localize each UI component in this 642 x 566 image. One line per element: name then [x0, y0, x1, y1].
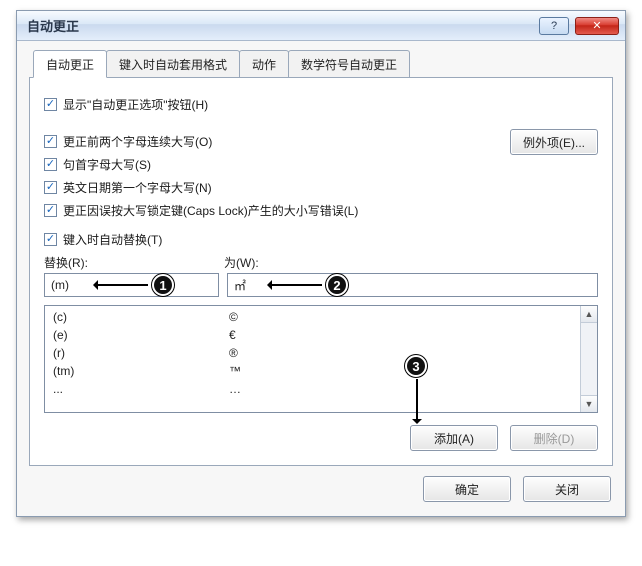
scroll-up-icon[interactable]: ▲: [581, 306, 597, 323]
client-area: 自动更正 键入时自动套用格式 动作 数学符号自动更正 显示"自动更正选项"按钮(…: [17, 41, 625, 516]
option-label: 键入时自动替换(T): [63, 231, 162, 248]
callout-2: 2: [326, 274, 348, 296]
tab-strip: 自动更正 键入时自动套用格式 动作 数学符号自动更正: [29, 51, 613, 78]
option-cap-sentence[interactable]: 句首字母大写(S): [44, 156, 510, 173]
callout-1: 1: [152, 274, 174, 296]
dialog-footer: 确定 关闭: [29, 466, 613, 502]
option-two-caps[interactable]: 更正前两个字母连续大写(O): [44, 133, 510, 150]
add-button[interactable]: 添加(A): [410, 425, 498, 451]
window-title: 自动更正: [23, 16, 539, 35]
checkbox-icon: [44, 158, 57, 171]
replacements-list[interactable]: (c) © (e) € (r) ® (tm) ™: [44, 305, 598, 413]
tab-autoformat-typing[interactable]: 键入时自动套用格式: [106, 50, 240, 77]
list-item[interactable]: (r) ®: [45, 344, 580, 362]
option-label: 英文日期第一个字母大写(N): [63, 179, 212, 196]
checkbox-icon: [44, 98, 57, 111]
tab-actions[interactable]: 动作: [239, 50, 289, 77]
list-body: (c) © (e) € (r) ® (tm) ™: [45, 306, 580, 412]
checkbox-icon: [44, 135, 57, 148]
tab-math-autocorrect[interactable]: 数学符号自动更正: [288, 50, 410, 77]
autocorrect-dialog: 自动更正 ? ✕ 自动更正 键入时自动套用格式 动作 数学符号自动更正 显示"自…: [16, 10, 626, 517]
list-item[interactable]: (tm) ™: [45, 362, 580, 380]
arrow-icon: [270, 284, 322, 286]
help-button[interactable]: ?: [539, 17, 569, 35]
option-label: 更正因误按大写锁定键(Caps Lock)产生的大小写错误(L): [63, 202, 358, 219]
option-label: 句首字母大写(S): [63, 156, 151, 173]
checkbox-icon: [44, 204, 57, 217]
ok-button[interactable]: 确定: [423, 476, 511, 502]
label-replace: 替换(R):: [44, 254, 224, 271]
list-item[interactable]: ... …: [45, 380, 580, 398]
close-button[interactable]: 关闭: [523, 476, 611, 502]
list-item[interactable]: (c) ©: [45, 308, 580, 326]
autocorrect-panel: 显示"自动更正选项"按钮(H) 更正前两个字母连续大写(O) 句首字母大写(S): [29, 78, 613, 466]
replace-field-labels: 替换(R): 为(W):: [44, 254, 598, 271]
arrow-icon: [96, 284, 148, 286]
delete-button[interactable]: 删除(D): [510, 425, 598, 451]
exceptions-button[interactable]: 例外项(E)...: [510, 129, 598, 155]
tab-autocorrect[interactable]: 自动更正: [33, 50, 107, 78]
window-buttons: ? ✕: [539, 17, 619, 35]
titlebar: 自动更正 ? ✕: [17, 11, 625, 41]
scroll-down-icon[interactable]: ▼: [581, 395, 597, 412]
callout-3: 3: [405, 355, 427, 377]
scroll-track[interactable]: [581, 323, 597, 395]
list-action-row: 3 添加(A) 删除(D): [44, 425, 598, 451]
arrow-icon: [416, 379, 418, 421]
option-caps-lock[interactable]: 更正因误按大写锁定键(Caps Lock)产生的大小写错误(L): [44, 202, 510, 219]
replace-inputs: (m) ㎡ 1 2: [44, 273, 598, 297]
list-item[interactable]: (e) €: [45, 326, 580, 344]
window-close-button[interactable]: ✕: [575, 17, 619, 35]
checkbox-icon: [44, 233, 57, 246]
checkbox-icon: [44, 181, 57, 194]
label-with: 为(W):: [224, 254, 259, 271]
list-scrollbar[interactable]: ▲ ▼: [580, 306, 597, 412]
option-label: 更正前两个字母连续大写(O): [63, 133, 212, 150]
option-show-button[interactable]: 显示"自动更正选项"按钮(H): [44, 96, 598, 113]
option-replace-as-type[interactable]: 键入时自动替换(T): [44, 231, 598, 248]
option-label: 显示"自动更正选项"按钮(H): [63, 96, 208, 113]
option-cap-days[interactable]: 英文日期第一个字母大写(N): [44, 179, 510, 196]
